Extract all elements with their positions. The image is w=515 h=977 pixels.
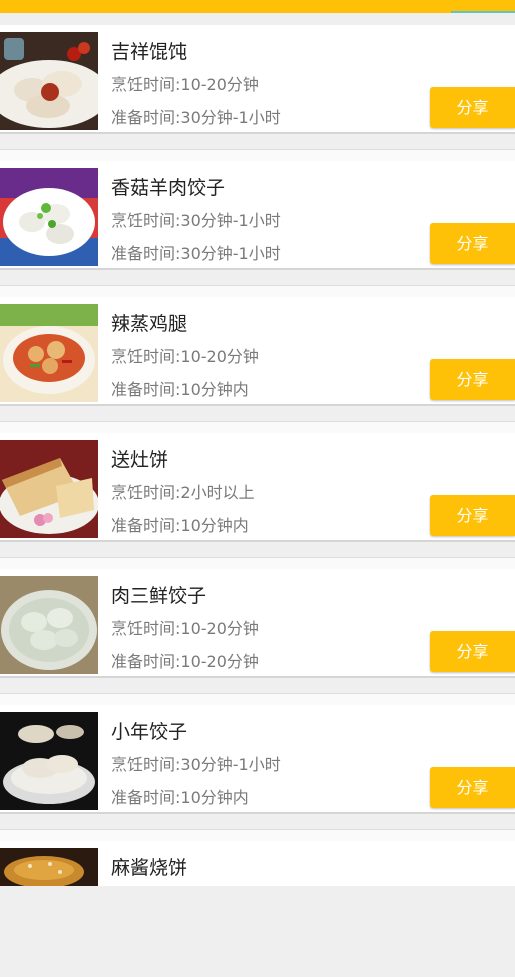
- prep-time: 准备时间:10分钟内: [111, 380, 249, 399]
- recipe-photo[interactable]: [0, 440, 98, 538]
- recipe-title: 吉祥馄饨: [111, 41, 188, 63]
- share-button[interactable]: 分享: [430, 631, 515, 672]
- cook-time: 烹饪时间:30分钟-1小时: [111, 211, 281, 230]
- recipe-title: 小年饺子: [111, 721, 188, 743]
- tab-indicator: [451, 11, 515, 13]
- recipe-card[interactable]: 小年饺子 烹饪时间:30分钟-1小时 准备时间:10分钟内 分享: [0, 705, 515, 814]
- recipe-photo[interactable]: [0, 168, 98, 266]
- list-item[interactable]: 送灶饼 烹饪时间:2小时以上 准备时间:10分钟内 分享: [0, 433, 515, 569]
- prep-time: 准备时间:10分钟内: [111, 516, 249, 535]
- cook-time: 烹饪时间:30分钟-1小时: [111, 755, 281, 774]
- recipe-photo[interactable]: [0, 712, 98, 810]
- recipe-title: 辣蒸鸡腿: [111, 313, 188, 335]
- share-button[interactable]: 分享: [430, 495, 515, 536]
- recipe-card[interactable]: 肉三鲜饺子 烹饪时间:10-20分钟 准备时间:10-20分钟 分享: [0, 569, 515, 678]
- list-item[interactable]: 麻酱烧饼: [0, 841, 515, 977]
- recipe-title: 送灶饼: [111, 449, 169, 471]
- list-item[interactable]: 肉三鲜饺子 烹饪时间:10-20分钟 准备时间:10-20分钟 分享: [0, 569, 515, 705]
- list-item[interactable]: 小年饺子 烹饪时间:30分钟-1小时 准备时间:10分钟内 分享: [0, 705, 515, 841]
- divider: [0, 421, 515, 433]
- recipe-title: 肉三鲜饺子: [111, 585, 207, 607]
- recipe-card[interactable]: 香菇羊肉饺子 烹饪时间:30分钟-1小时 准备时间:30分钟-1小时 分享: [0, 161, 515, 270]
- list-item[interactable]: 香菇羊肉饺子 烹饪时间:30分钟-1小时 准备时间:30分钟-1小时 分享: [0, 161, 515, 297]
- recipe-photo[interactable]: [0, 848, 98, 886]
- recipe-photo[interactable]: [0, 576, 98, 674]
- prep-time: 准备时间:10-20分钟: [111, 652, 259, 671]
- cook-time: 烹饪时间:10-20分钟: [111, 75, 259, 94]
- divider: [0, 285, 515, 297]
- cook-time: 烹饪时间:10-20分钟: [111, 347, 259, 366]
- divider: [0, 829, 515, 841]
- prep-time: 准备时间:30分钟-1小时: [111, 108, 281, 127]
- share-button[interactable]: 分享: [430, 359, 515, 400]
- recipe-photo[interactable]: [0, 304, 98, 402]
- prep-time: 准备时间:30分钟-1小时: [111, 244, 281, 263]
- list-item[interactable]: 辣蒸鸡腿 烹饪时间:10-20分钟 准备时间:10分钟内 分享: [0, 297, 515, 433]
- recipe-photo[interactable]: [0, 32, 98, 130]
- cook-time: 烹饪时间:2小时以上: [111, 483, 255, 502]
- recipe-card[interactable]: 吉祥馄饨 烹饪时间:10-20分钟 准备时间:30分钟-1小时 分享: [0, 25, 515, 134]
- recipe-card[interactable]: 送灶饼 烹饪时间:2小时以上 准备时间:10分钟内 分享: [0, 433, 515, 542]
- divider: [0, 149, 515, 161]
- top-tab-bar: [0, 0, 515, 13]
- divider: [0, 693, 515, 705]
- divider: [0, 557, 515, 569]
- cook-time: 烹饪时间:10-20分钟: [111, 619, 259, 638]
- recipe-title: 麻酱烧饼: [111, 857, 188, 879]
- prep-time: 准备时间:10分钟内: [111, 788, 249, 807]
- recipe-card[interactable]: 麻酱烧饼: [0, 841, 515, 886]
- recipe-list[interactable]: 吉祥馄饨 烹饪时间:10-20分钟 准备时间:30分钟-1小时 分享 香菇羊肉饺…: [0, 25, 515, 977]
- share-button[interactable]: 分享: [430, 223, 515, 264]
- recipe-title: 香菇羊肉饺子: [111, 177, 226, 199]
- share-button[interactable]: 分享: [430, 87, 515, 128]
- share-button[interactable]: 分享: [430, 767, 515, 808]
- recipe-card[interactable]: 辣蒸鸡腿 烹饪时间:10-20分钟 准备时间:10分钟内 分享: [0, 297, 515, 406]
- list-item[interactable]: 吉祥馄饨 烹饪时间:10-20分钟 准备时间:30分钟-1小时 分享: [0, 25, 515, 161]
